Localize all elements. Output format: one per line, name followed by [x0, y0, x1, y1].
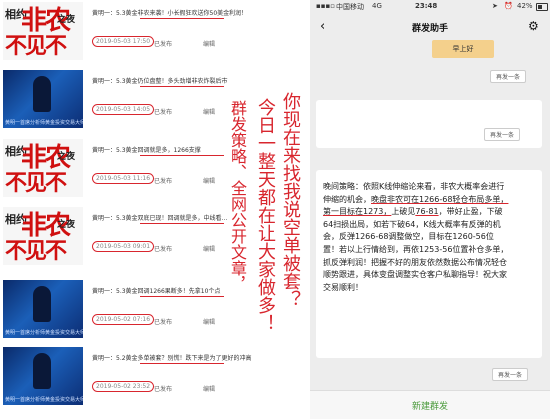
message-text: 晚间策略：依照K线伸缩论来看，非农大概率会进行伸缩的机会，晚盘非农可在1266-… — [323, 181, 509, 294]
article-date: 2019-05-03 14:05 — [92, 104, 155, 115]
presenter-figure — [33, 353, 51, 389]
message-p2: 上破见 — [391, 207, 416, 217]
article-thumbnail[interactable]: 黄明一首席分析师黄金投资交易大师 — [3, 347, 83, 405]
publish-status: 已发布 — [154, 41, 173, 48]
thumb-text-c: 之夜 — [57, 15, 76, 25]
status-bar: ▪▪▪▫ 中国移动 4G 23:48 ➤ ⏰ 42% — [310, 0, 550, 14]
nav-bar: ‹ 群发助手 ⚙ — [310, 14, 550, 40]
carrier-label: 中国移动 — [336, 3, 364, 11]
alarm-icon: ⏰ — [504, 2, 513, 10]
edit-link[interactable]: 编辑 — [203, 107, 215, 116]
presenter-figure — [33, 286, 51, 322]
edit-link[interactable]: 编辑 — [203, 176, 215, 185]
thumb-caption: 黄明一首席分析师黄金投资交易大师 — [5, 330, 83, 336]
edit-link[interactable]: 编辑 — [203, 317, 215, 326]
overlay-text-col3: 群发策略、全网公开文章， — [228, 100, 245, 292]
article-row[interactable]: 相约非农之夜不见不散黄明一：5.3黄金非农来袭！小长假狂欢送你50美金利润！20… — [0, 0, 310, 68]
edit-link[interactable]: 编辑 — [203, 384, 215, 393]
article-thumbnail[interactable]: 黄明一首席分析师黄金投资交易大师 — [3, 70, 83, 128]
thumb-text-d: 不见不散 — [5, 239, 67, 264]
red-underline — [140, 363, 224, 364]
publish-status: 已发布 — [154, 386, 173, 393]
red-underline — [140, 18, 224, 19]
footer-bar: 新建群发 — [310, 390, 550, 419]
new-broadcast-button[interactable]: 新建群发 — [310, 399, 550, 412]
thumb-caption: 黄明一首席分析师黄金投资交易大师 — [5, 120, 83, 126]
clock: 23:48 — [415, 2, 438, 10]
article-thumbnail[interactable]: 黄明一首席分析师黄金投资交易大师 — [3, 280, 83, 338]
thumb-caption: 黄明一首席分析师黄金投资交易大师 — [5, 397, 83, 403]
red-underline — [140, 223, 224, 224]
article-date: 2019-05-03 09:01 — [92, 241, 155, 252]
article-title[interactable]: 黄明一：5.3黄金回调1266果断多！先拿10个点 — [92, 286, 220, 295]
article-title[interactable]: 黄明一：5.2黄金多单被套？别慌！跌下来是为了更好的冲高 — [92, 353, 252, 362]
publish-status: 已发布 — [154, 109, 173, 116]
battery-percent: 42% — [517, 2, 533, 10]
previous-message-card: 早上好 — [432, 40, 494, 58]
article-date: 2019-05-02 23:52 — [92, 381, 155, 392]
battery-icon — [536, 3, 548, 11]
article-thumbnail[interactable]: 相约非农之夜不见不散 — [3, 139, 83, 197]
overlay-text-col1: 你现在来找我说空单被套？ — [281, 92, 301, 308]
settings-gear-icon[interactable]: ⚙ — [528, 19, 539, 33]
thumb-text-d: 不见不散 — [5, 34, 67, 59]
repost-button[interactable]: 再发一条 — [490, 70, 527, 83]
article-row[interactable]: 黄明一首席分析师黄金投资交易大师 黄明一：5.2黄金多单被套？别慌！跌下来是为了更… — [0, 345, 310, 413]
article-title[interactable]: 黄明一：5.3黄金仍位盘整！多头劲增非农炸裂后市 — [92, 76, 228, 85]
article-date: 2019-05-03 17:50 — [92, 36, 155, 47]
overlay-text-col2: 今日一整天都在让大家做多！ — [256, 98, 276, 332]
repost-button-3[interactable]: 再发一条 — [492, 368, 529, 381]
previous-message-text: 早上好 — [452, 45, 474, 53]
article-date: 2019-05-03 11:16 — [92, 173, 155, 184]
repost-button-2[interactable]: 再发一条 — [484, 128, 521, 141]
message-p3: ，带好止盈，下破64扫损出局，如若下破64，K线大概率有反弹的机会，反弹1266… — [323, 207, 509, 292]
edit-link[interactable]: 编辑 — [203, 39, 215, 48]
edit-link[interactable]: 编辑 — [203, 244, 215, 253]
red-underline — [140, 155, 224, 156]
article-title[interactable]: 黄明一：5.3黄金回调就是多，1266支撑 — [92, 145, 201, 154]
message-underlined-2: 76-81 — [415, 207, 439, 217]
article-title[interactable]: 黄明一：5.3黄金非农来袭！小长假狂欢送你50美金利润！ — [92, 8, 247, 17]
thumb-text-c: 之夜 — [57, 220, 76, 230]
publish-status: 已发布 — [154, 319, 173, 326]
publish-status: 已发布 — [154, 178, 173, 185]
network-label: 4G — [372, 2, 382, 10]
thumb-text-c: 之夜 — [57, 152, 76, 162]
article-title[interactable]: 黄明一：5.3黄金双底已现！回调就是多，中线看... — [92, 213, 227, 222]
message-card-previous: 再发一条 — [316, 100, 542, 148]
thumb-text-d: 不见不散 — [5, 171, 67, 196]
article-thumbnail[interactable]: 相约非农之夜不见不散 — [3, 207, 83, 265]
red-underline — [140, 296, 224, 297]
publish-status: 已发布 — [154, 246, 173, 253]
article-thumbnail[interactable]: 相约非农之夜不见不散 — [3, 2, 83, 60]
location-icon: ➤ — [492, 2, 498, 10]
signal-icon: ▪▪▪▫ — [316, 2, 335, 10]
page-title: 群发助手 — [411, 24, 448, 34]
presenter-figure — [33, 76, 51, 112]
red-underline — [140, 86, 224, 87]
article-date: 2019-05-02 07:16 — [92, 314, 155, 325]
phone-screen: ▪▪▪▫ 中国移动 4G 23:48 ➤ ⏰ 42% ‹ 群发助手 ⚙ 早上好 … — [310, 0, 550, 419]
